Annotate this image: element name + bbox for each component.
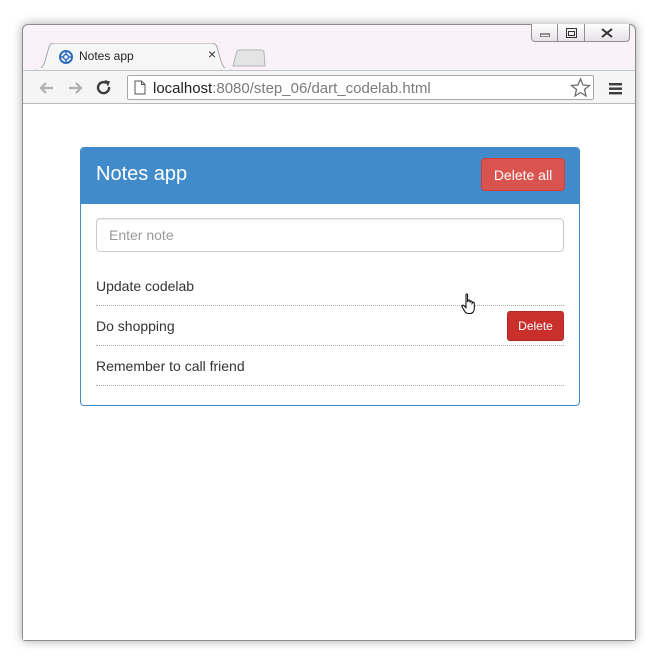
browser-window: Notes app × localhost:8080/step_06/dart_…: [22, 24, 636, 641]
menu-icon[interactable]: [606, 78, 626, 98]
tab-close-icon[interactable]: ×: [208, 46, 216, 62]
bookmark-star-icon[interactable]: [570, 77, 591, 98]
delete-note-button[interactable]: Delete: [507, 311, 564, 341]
minimize-icon: [539, 33, 550, 37]
note-input[interactable]: [96, 218, 564, 252]
window-controls: [531, 24, 630, 42]
restore-icon: [565, 27, 577, 38]
note-text: Do shopping: [96, 318, 175, 334]
tab-title: Notes app: [79, 49, 134, 63]
notes-panel: Notes app Delete all Update codelab Do s…: [80, 147, 580, 406]
address-bar[interactable]: localhost:8080/step_06/dart_codelab.html: [127, 75, 594, 100]
url-text: localhost:8080/step_06/dart_codelab.html: [153, 80, 431, 97]
close-icon: [601, 27, 613, 38]
page-icon: [134, 80, 146, 95]
forward-arrow-icon[interactable]: [65, 78, 85, 98]
browser-tab[interactable]: Notes app ×: [35, 43, 231, 70]
close-window-button[interactable]: [585, 24, 630, 42]
app-title: Notes app: [96, 163, 188, 185]
page-viewport: Notes app Delete all Update codelab Do s…: [23, 104, 635, 640]
url-host: localhost: [153, 80, 213, 97]
notes-list: Update codelab Do shopping Delete Rememb…: [96, 266, 564, 386]
restore-button[interactable]: [558, 24, 585, 42]
dart-favicon-icon: [59, 50, 73, 64]
panel-heading: Notes app Delete all: [81, 148, 579, 204]
note-text: Update codelab: [96, 278, 195, 294]
delete-all-button[interactable]: Delete all: [481, 158, 565, 191]
reload-icon[interactable]: [94, 78, 114, 98]
url-path: :8080/step_06/dart_codelab.html: [212, 80, 431, 97]
note-item: Remember to call friend: [96, 346, 564, 386]
new-tab-button[interactable]: [232, 49, 266, 67]
back-arrow-icon[interactable]: [37, 78, 57, 98]
minimize-button[interactable]: [531, 24, 558, 42]
browser-toolbar: localhost:8080/step_06/dart_codelab.html: [23, 70, 635, 104]
note-text: Remember to call friend: [96, 358, 245, 374]
note-item: Do shopping Delete: [96, 306, 564, 346]
note-item: Update codelab: [96, 266, 564, 306]
